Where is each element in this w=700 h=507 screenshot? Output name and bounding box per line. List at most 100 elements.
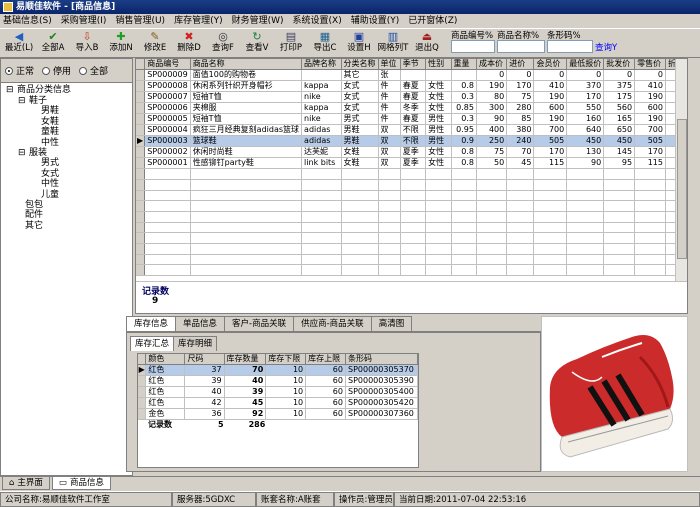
table-cell[interactable]: 175 — [603, 91, 636, 104]
table-cell[interactable]: 400 — [476, 124, 508, 137]
tree-node[interactable]: 其它 — [25, 221, 43, 232]
table-cell[interactable]: 10 — [265, 386, 307, 399]
table-cell[interactable]: 双 — [378, 124, 401, 137]
table-cell[interactable]: 560 — [603, 102, 636, 115]
table-cell[interactable]: 冬季 — [400, 102, 427, 115]
tab-2[interactable]: 客户-商品关联 — [224, 316, 295, 331]
table-cell[interactable]: 0 — [603, 69, 636, 82]
table-row[interactable]: 红色 39 40 10 60 SP00000305390 — [138, 375, 418, 388]
table-cell[interactable]: 女性 — [425, 146, 452, 159]
table-cell[interactable]: 370 — [566, 80, 605, 93]
table-row[interactable]: 红色 40 39 10 60 SP00000305400 — [138, 386, 418, 399]
table-row[interactable]: 红色 42 45 10 60 SP00000305420 — [138, 397, 418, 410]
table-cell[interactable]: 80 — [476, 91, 508, 104]
table-cell[interactable]: nike — [301, 113, 342, 126]
table-cell[interactable]: 达芙妮 — [301, 146, 342, 159]
table-cell[interactable]: 男式 — [341, 113, 379, 126]
tab-0[interactable]: 库存信息 — [126, 316, 177, 331]
table-cell[interactable]: 130 — [566, 146, 605, 159]
column-header[interactable]: 分类名称 — [341, 59, 379, 71]
tree-node[interactable]: 中性 — [41, 138, 59, 149]
table-cell[interactable]: 疯狂三月经典复刻adidas篮球 — [190, 124, 303, 137]
table-cell[interactable]: 件 — [378, 102, 401, 115]
table-cell[interactable]: 不限 — [400, 124, 427, 137]
table-cell[interactable]: 40 — [224, 375, 267, 388]
table-cell[interactable]: 女式 — [341, 91, 379, 104]
table-cell[interactable]: 夏季 — [400, 146, 427, 159]
column-header[interactable]: 重量 — [451, 59, 477, 71]
table-cell[interactable]: 165 — [603, 113, 636, 126]
table-cell[interactable]: 性感铆钉party鞋 — [190, 157, 303, 170]
table-cell[interactable]: 女式 — [341, 80, 379, 93]
table-cell[interactable]: 张 — [378, 69, 401, 82]
table-row[interactable]: SP000002 休闲时尚鞋 达芙妮 女鞋双夏季 女性 0.8 75 70 170 130 145 1… — [136, 146, 687, 159]
filter-radio-1[interactable]: 停用 — [42, 64, 71, 77]
toolbar-button-9[interactable]: ▦ 导出C — [308, 29, 342, 57]
table-row[interactable]: ▶ SP000003 篮球鞋 adidas 男鞋双不限 男性 0.9 250 240 505 450… — [136, 135, 687, 148]
table-cell[interactable]: link bits — [301, 157, 342, 170]
tree-node[interactable]: 男鞋 — [41, 106, 59, 117]
table-cell[interactable]: 短袖T恤 — [190, 113, 303, 126]
table-cell[interactable]: 450 — [566, 135, 605, 148]
table-cell[interactable]: 0.85 — [451, 102, 477, 115]
table-row[interactable]: SP000006 夹棉服 kappa 女式件冬季 女性 0.85 300 280 600 550 5… — [136, 102, 687, 115]
table-cell[interactable]: 春夏 — [400, 113, 427, 126]
table-cell[interactable]: 篮球鞋 — [190, 135, 303, 148]
tree-node[interactable]: 配件 — [25, 210, 43, 221]
table-cell[interactable]: SP000001 — [144, 157, 191, 170]
table-cell[interactable]: 男鞋 — [341, 124, 379, 137]
tree-node[interactable]: 男式 — [41, 158, 59, 169]
table-cell[interactable]: 170 — [533, 146, 568, 159]
table-row[interactable]: SP000001 性感铆钉party鞋 link bits 女鞋双夏季 女性 0.8 50 4… — [136, 157, 687, 170]
table-cell[interactable]: 240 — [506, 135, 535, 148]
table-cell[interactable]: 0.95 — [451, 124, 477, 137]
column-header[interactable]: 单位 — [378, 59, 401, 71]
table-cell[interactable]: 10 — [265, 364, 307, 377]
table-cell[interactable]: 双 — [378, 146, 401, 159]
table-cell[interactable]: 92 — [224, 408, 267, 421]
table-cell[interactable]: SP000003 — [144, 135, 191, 148]
toolbar-button-8[interactable]: ▤ 打印P — [274, 29, 308, 57]
table-cell[interactable]: 女鞋 — [341, 146, 379, 159]
table-cell[interactable]: 40 — [184, 386, 225, 399]
table-cell[interactable]: 70 — [224, 364, 267, 377]
table-cell[interactable]: 夏季 — [400, 157, 427, 170]
menu-item-6[interactable]: 辅助设置(Y) — [351, 14, 400, 28]
table-cell[interactable]: 休闲时尚鞋 — [190, 146, 303, 159]
subtab-0[interactable]: 库存汇总 — [130, 336, 175, 351]
table-cell[interactable]: 505 — [634, 135, 666, 148]
table-cell[interactable] — [400, 69, 427, 82]
window-tab-0[interactable]: ⌂ 主界面 — [2, 477, 50, 490]
table-cell[interactable]: 60 — [305, 386, 346, 399]
toolbar-button-10[interactable]: ▣ 设置H — [342, 29, 376, 57]
code-input[interactable] — [451, 40, 495, 53]
table-cell[interactable]: 190 — [634, 91, 666, 104]
table-row[interactable]: SP000008 休闲系列针织开身帽衫 kappa 女式件春夏 女性 0.8 190 170 4… — [136, 80, 687, 93]
table-cell[interactable]: 190 — [634, 113, 666, 126]
toolbar-button-1[interactable]: ✔ 全部A — [36, 29, 70, 57]
table-cell[interactable]: 45 — [224, 397, 267, 410]
table-cell[interactable]: 0.8 — [451, 80, 477, 93]
table-cell[interactable]: 70 — [506, 146, 535, 159]
table-cell[interactable]: SP000009 — [144, 69, 191, 82]
table-cell[interactable]: SP000004 — [144, 124, 191, 137]
tree-collapse-icon[interactable]: ⊟ — [18, 148, 26, 159]
table-cell[interactable]: 件 — [378, 91, 401, 104]
toolbar-button-3[interactable]: ✚ 添加N — [104, 29, 138, 57]
table-row[interactable]: SP000007 短袖T恤 nike 女式件春夏 女性 0.3 80 75 190 170 175 1… — [136, 91, 687, 104]
tree-node[interactable]: 中性 — [41, 179, 59, 190]
table-cell[interactable]: 60 — [305, 375, 346, 388]
table-row[interactable]: 金色 36 92 10 60 SP00000307360 — [138, 408, 418, 421]
table-cell[interactable]: 190 — [533, 91, 568, 104]
table-cell[interactable]: 60 — [305, 364, 346, 377]
table-cell[interactable]: 女性 — [425, 80, 452, 93]
scroll-thumb[interactable] — [677, 119, 687, 259]
table-cell[interactable]: adidas — [301, 135, 342, 148]
table-cell[interactable]: 250 — [476, 135, 508, 148]
table-cell[interactable]: 短袖T恤 — [190, 91, 303, 104]
table-cell[interactable]: 女性 — [425, 91, 452, 104]
column-header[interactable]: 商品编号 — [144, 59, 191, 71]
tree-node[interactable]: 儿童 — [41, 190, 59, 201]
menu-item-3[interactable]: 库存管理(Y) — [174, 14, 223, 28]
table-cell[interactable]: 春夏 — [400, 80, 427, 93]
